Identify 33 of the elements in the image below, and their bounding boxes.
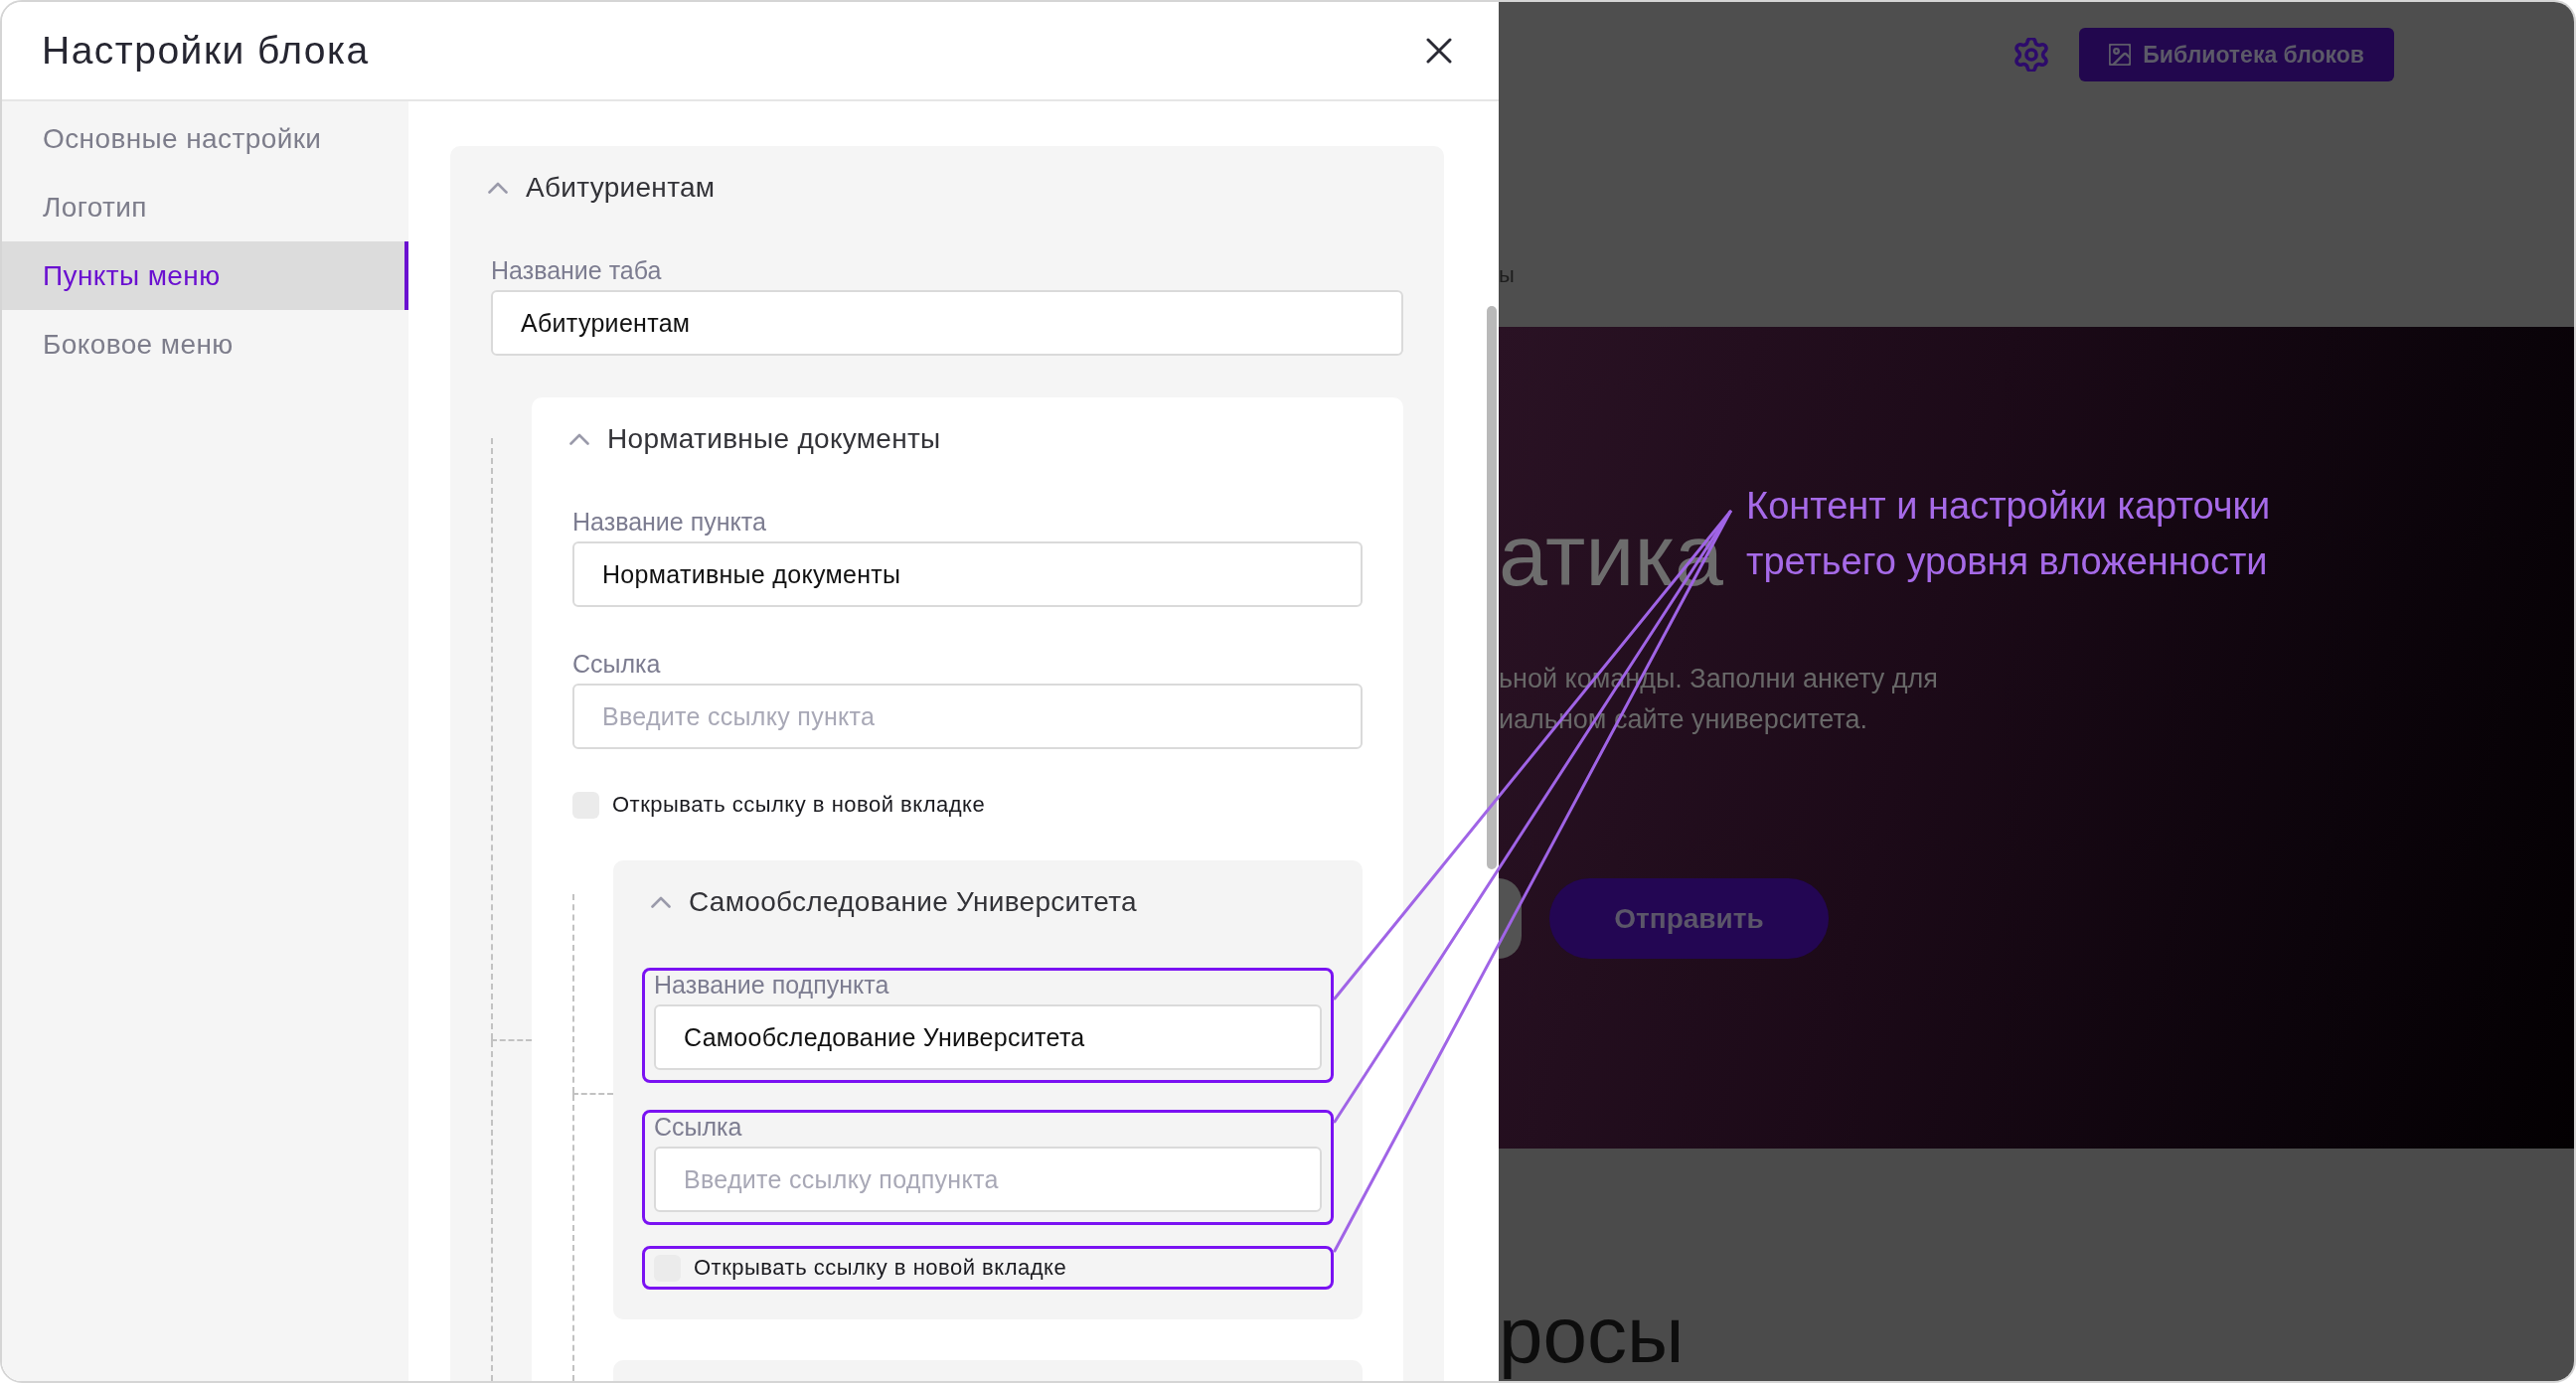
library-button[interactable]: Библиотека блоков bbox=[2079, 28, 2394, 81]
text-input[interactable]: Нормативные документы bbox=[572, 541, 1363, 607]
sidebar-item[interactable]: Основные настройки bbox=[2, 104, 408, 173]
sidebar-item[interactable]: Боковое меню bbox=[2, 310, 408, 379]
submit-button[interactable]: Отправить bbox=[1549, 878, 1829, 959]
text-input[interactable]: Введите ссылку подпункта bbox=[654, 1147, 1322, 1212]
sidebar-item[interactable]: Пункты меню bbox=[2, 241, 408, 310]
scrollbar-thumb[interactable] bbox=[1487, 306, 1497, 869]
field-label: Название подпункта bbox=[654, 971, 889, 999]
pill-button[interactable] bbox=[1499, 878, 1522, 959]
chevron-up-icon[interactable] bbox=[651, 896, 671, 908]
sidebar-item[interactable]: Логотип bbox=[2, 173, 408, 241]
checkbox-label: Открывать ссылку в новой вкладке bbox=[694, 1254, 1067, 1282]
text-input[interactable]: Абитуриентам bbox=[491, 290, 1403, 356]
text-input[interactable]: Введите ссылку пункта bbox=[572, 684, 1363, 749]
chevron-up-icon[interactable] bbox=[569, 433, 589, 445]
card-title: Абитуриентам bbox=[526, 171, 716, 205]
field-label: Название пункта bbox=[572, 508, 766, 536]
field-label: Ссылка bbox=[572, 650, 661, 678]
chevron-up-icon[interactable] bbox=[488, 182, 508, 194]
field-label: Ссылка bbox=[654, 1113, 742, 1141]
dialog-title: Настройки блока bbox=[42, 28, 370, 74]
annotation-text: Контент и настройки карточки третьего уровня вложенности bbox=[1746, 484, 2272, 584]
checkbox-label: Открывать ссылку в новой вкладке bbox=[612, 791, 986, 819]
card-title: Самообследование Университета bbox=[689, 885, 1137, 919]
close-icon bbox=[1426, 38, 1452, 64]
section-title: росы bbox=[1499, 1292, 1685, 1379]
settings-icon[interactable] bbox=[2014, 38, 2049, 72]
text-input[interactable]: Самообследование Университета bbox=[654, 1004, 1322, 1070]
close-button[interactable] bbox=[1426, 38, 1452, 64]
field-label: Название таба bbox=[491, 256, 662, 284]
card-title: Нормативные документы bbox=[607, 422, 941, 456]
image-icon bbox=[2109, 44, 2132, 66]
